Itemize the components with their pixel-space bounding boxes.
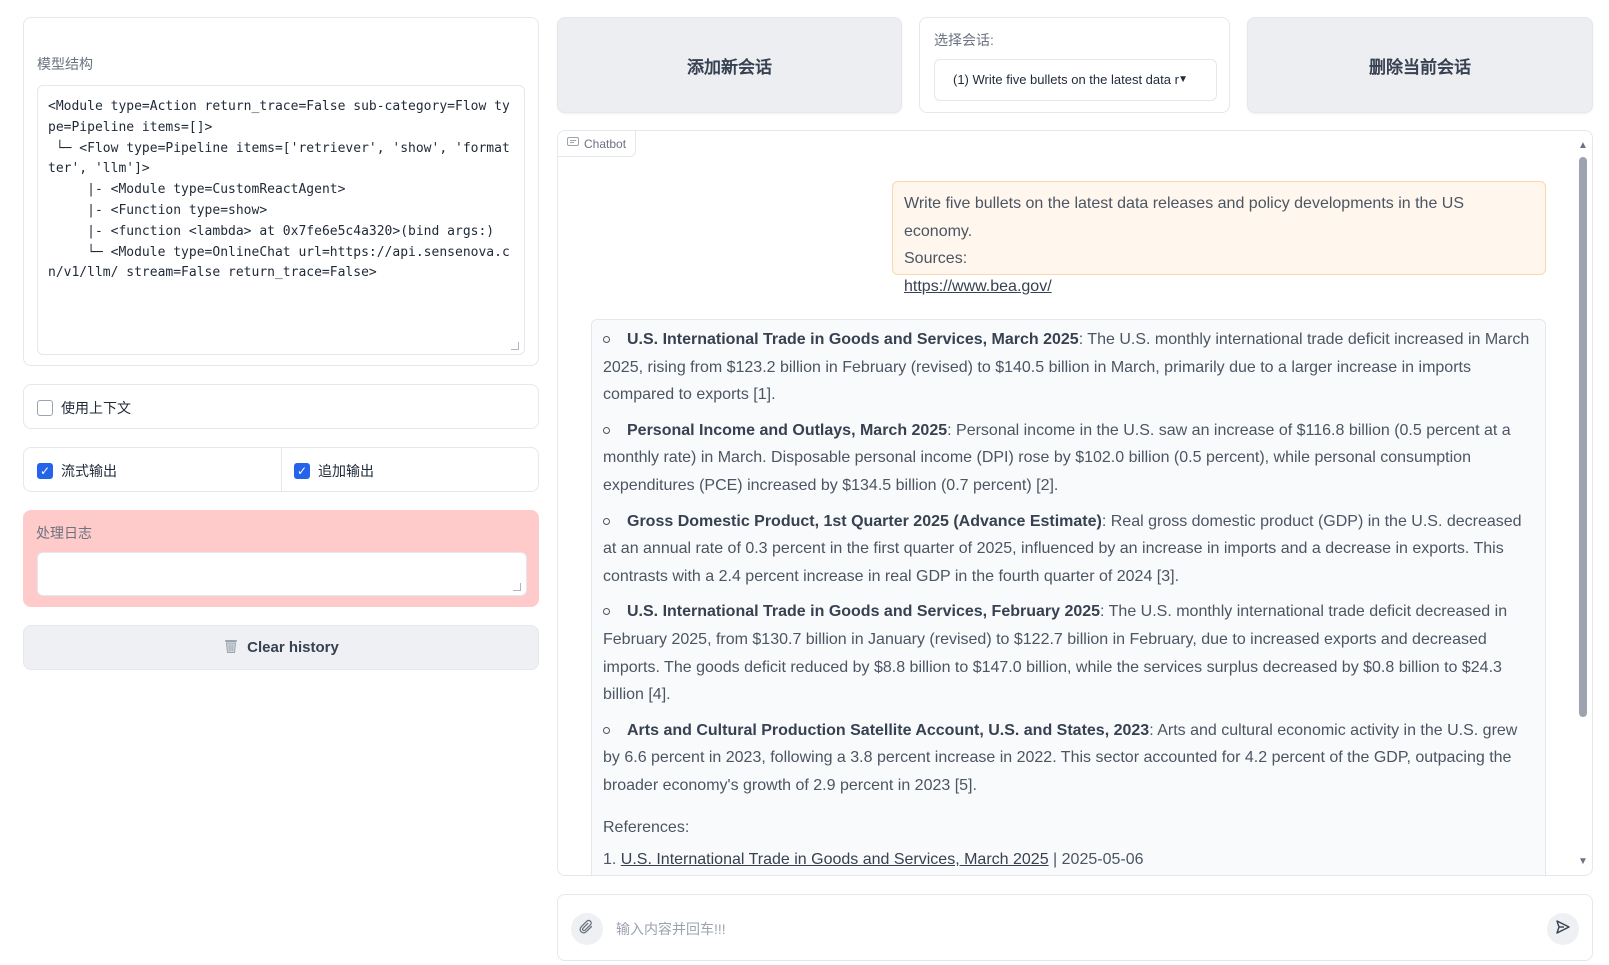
append-output-checkbox[interactable]: ✓ 追加输出 <box>294 461 374 481</box>
use-context-label: 使用上下文 <box>61 400 131 416</box>
model-structure-textarea[interactable]: <Module type=Action return_trace=False s… <box>37 85 525 355</box>
paperclip-icon <box>579 919 595 940</box>
user-message-text: Write five bullets on the latest data re… <box>904 195 1465 240</box>
clear-history-button[interactable]: Clear history <box>23 625 539 670</box>
session-selected-value: (1) Write five bullets on the latest dat… <box>953 72 1179 87</box>
checkbox-unchecked-icon[interactable] <box>37 400 53 416</box>
session-select-label: 选择会话: <box>934 32 994 48</box>
send-arrow-icon <box>1555 919 1571 940</box>
list-item: U.S. International Trade in Goods and Se… <box>603 598 1534 708</box>
bullet-title: Gross Domestic Product, 1st Quarter 2025… <box>627 512 1102 530</box>
clear-history-label: Clear history <box>247 639 339 656</box>
list-item: Personal Income and Outlays, March 2025:… <box>603 417 1534 500</box>
use-context-panel: 使用上下文 <box>23 384 539 429</box>
attach-file-button[interactable] <box>571 913 603 945</box>
reference-item: 1. U.S. International Trade in Goods and… <box>603 846 1534 874</box>
scrollbar-thumb[interactable] <box>1579 157 1587 717</box>
chat-message-input[interactable] <box>616 915 1496 943</box>
bullet-title: U.S. International Trade in Goods and Se… <box>627 603 1101 621</box>
chatbot-label-tag: Chatbot <box>558 131 637 157</box>
scroll-up-arrow-icon[interactable]: ▲ <box>1578 141 1588 151</box>
user-message: Write five bullets on the latest data re… <box>892 181 1546 295</box>
chatbot-panel: Chatbot Write five bullets on the latest… <box>557 130 1593 876</box>
output-options-panel: ✓ 流式输出 ✓ 追加输出 <box>23 447 539 492</box>
scroll-down-arrow-icon[interactable]: ▼ <box>1578 857 1588 867</box>
user-message-sources-label: Sources: <box>904 250 968 267</box>
processing-log-textarea[interactable] <box>37 552 527 596</box>
bot-message: U.S. International Trade in Goods and Se… <box>591 319 1546 875</box>
list-item: U.S. International Trade in Goods and Se… <box>603 326 1534 409</box>
trash-icon <box>223 638 239 658</box>
chat-scrollbar[interactable]: ▲ ▼ <box>1578 141 1588 867</box>
chat-input-bar <box>557 894 1593 961</box>
model-structure-label: 模型结构 <box>37 56 93 72</box>
chatbot-label: Chatbot <box>584 136 627 151</box>
add-session-button[interactable]: 添加新会话 <box>557 17 902 113</box>
session-select-panel: 选择会话: (1) Write five bullets on the late… <box>919 17 1230 113</box>
session-dropdown[interactable]: (1) Write five bullets on the latest dat… <box>934 59 1217 101</box>
bot-bullet-list: U.S. International Trade in Goods and Se… <box>603 326 1534 800</box>
stream-output-label: 流式输出 <box>61 463 117 479</box>
reference-date: | 2025-05-06 <box>1048 851 1144 869</box>
reference-link[interactable]: U.S. International Trade in Goods and Se… <box>621 851 1049 868</box>
reference-number: 1. <box>603 851 617 869</box>
bullet-title: U.S. International Trade in Goods and Se… <box>627 331 1079 348</box>
model-structure-panel: 模型结构 <Module type=Action return_trace=Fa… <box>23 17 539 366</box>
checkbox-checked-icon[interactable]: ✓ <box>37 463 53 479</box>
use-context-checkbox[interactable]: 使用上下文 <box>37 398 131 418</box>
stream-output-checkbox[interactable]: ✓ 流式输出 <box>37 461 117 481</box>
divider <box>281 448 282 491</box>
dropdown-caret-icon[interactable]: ▼ <box>1178 60 1188 100</box>
delete-session-button[interactable]: 删除当前会话 <box>1247 17 1593 113</box>
checkbox-checked-icon[interactable]: ✓ <box>294 463 310 479</box>
user-message-source-link[interactable]: https://www.bea.gov/ <box>904 278 1052 295</box>
list-item: Arts and Cultural Production Satellite A… <box>603 717 1534 800</box>
bullet-title: Personal Income and Outlays, March 2025 <box>627 421 948 439</box>
bullet-title: Arts and Cultural Production Satellite A… <box>627 721 1150 739</box>
append-output-label: 追加输出 <box>318 463 374 479</box>
references-title: References: <box>603 818 690 836</box>
list-item: Gross Domestic Product, 1st Quarter 2025… <box>603 508 1534 591</box>
processing-log-label: 处理日志 <box>36 525 92 541</box>
processing-log-panel: 处理日志 <box>23 510 539 607</box>
resize-handle-icon[interactable] <box>511 342 519 350</box>
chat-bubble-icon <box>567 136 579 151</box>
send-button[interactable] <box>1547 913 1579 945</box>
resize-handle-icon[interactable] <box>513 583 521 591</box>
